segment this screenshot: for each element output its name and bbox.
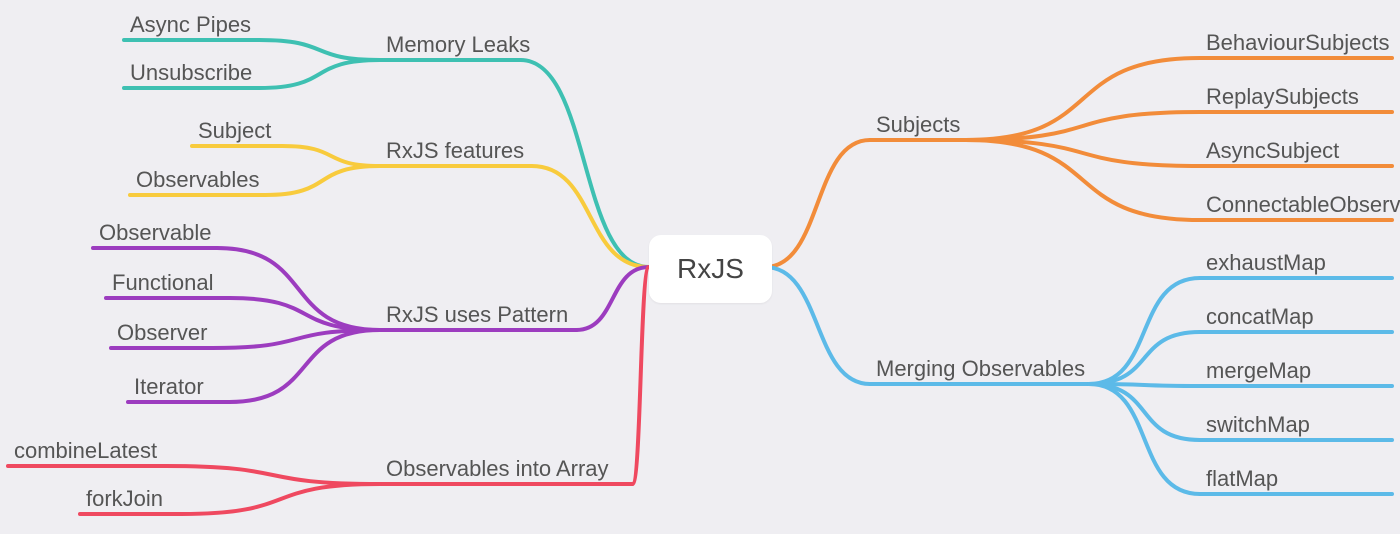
- root-node: RxJS: [649, 235, 772, 303]
